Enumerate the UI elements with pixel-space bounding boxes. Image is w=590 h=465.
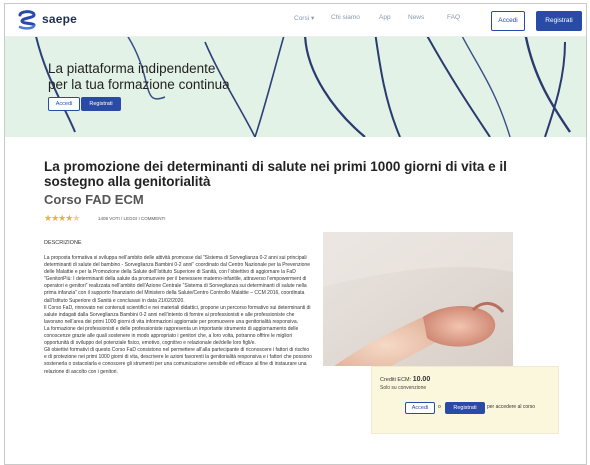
nav-item-news[interactable]: News: [408, 14, 424, 21]
description-paragraph: La proposta formativa si sviluppa nell’a…: [44, 255, 310, 304]
hero-title-line-1: La piattaforma indipendente: [48, 61, 216, 76]
nav-item-app[interactable]: App: [379, 14, 391, 21]
credits-label: Crediti ECM: 10.00: [380, 376, 430, 383]
brand-logo[interactable]: saepe: [16, 9, 78, 31]
votes-link[interactable]: 1408 VOTI / LEGGI I COMMENTI: [98, 216, 166, 221]
description-paragraph: Il Corso FaD, rinnovato nei contenuti sc…: [44, 304, 311, 325]
credits-register-button[interactable]: Registrati: [445, 402, 485, 414]
saepe-logo-icon: [18, 10, 36, 30]
nav-item-corsi[interactable]: Corsi ▾: [294, 14, 314, 22]
half-star-icon: ★: [72, 213, 80, 223]
credits-or-text: o: [438, 404, 441, 410]
description-heading: DESCRIZIONE: [44, 240, 82, 246]
hero-banner: La piattaforma indipendente per la tua f…: [5, 37, 586, 137]
description-paragraph: La formazione dei professionisti e delle…: [44, 325, 299, 347]
hero-login-button[interactable]: Accedi: [48, 97, 80, 111]
hero-title-line-2: per la tua formazione continua: [48, 77, 230, 92]
credits-note: Solo su convenzione: [380, 385, 427, 391]
rating-stars: ★★★★★: [44, 213, 80, 224]
credits-label-text: Crediti ECM:: [380, 377, 412, 383]
course-title: La promozione dei determinanti di salute…: [44, 159, 507, 189]
top-navbar: saepe Corsi ▾ Chi siamo App News FAQ Acc…: [5, 4, 586, 37]
course-type: Corso FAD ECM: [44, 192, 144, 207]
nav-item-faq[interactable]: FAQ: [447, 14, 460, 21]
page-frame: saepe Corsi ▾ Chi siamo App News FAQ Acc…: [4, 3, 587, 465]
credits-panel: Crediti ECM: 10.00 Solo su convenzione A…: [371, 366, 559, 434]
hero-title: La piattaforma indipendente per la tua f…: [48, 61, 230, 93]
brand-name: saepe: [42, 12, 78, 26]
description-body: La proposta formativa si sviluppa nell’a…: [44, 255, 312, 376]
credits-login-button[interactable]: Accedi: [405, 402, 435, 414]
description-paragraph: Gli obiettivi formativi di questo Corso …: [44, 347, 312, 375]
hero-register-button[interactable]: Registrati: [81, 97, 121, 111]
baby-hand-photo: [323, 232, 513, 366]
nav-item-chi-siamo[interactable]: Chi siamo: [331, 14, 360, 21]
credits-access-text: per accedere al corso: [487, 404, 536, 410]
credits-value: 10.00: [412, 376, 431, 383]
nav-register-button[interactable]: Registrati: [536, 11, 582, 31]
course-cover-image: [323, 232, 513, 366]
nav-login-button[interactable]: Accedi: [491, 11, 525, 31]
